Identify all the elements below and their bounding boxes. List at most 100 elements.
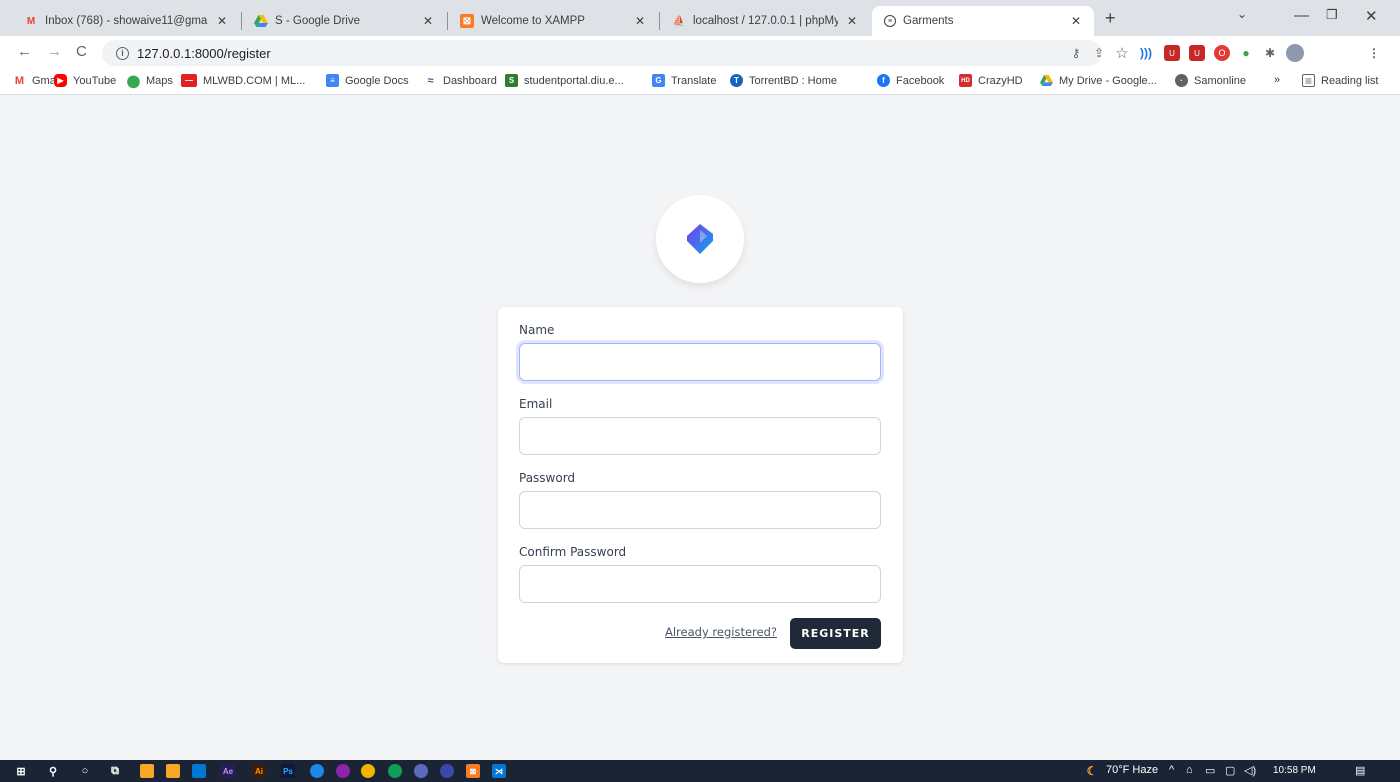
chrome-icon[interactable] (361, 764, 375, 778)
file-explorer-icon[interactable] (140, 764, 154, 778)
crazyhd-icon: HD (959, 74, 972, 87)
bookmark-mlwbd[interactable]: — MLWBD.COM | ML... (181, 74, 305, 87)
extension-globe-icon[interactable]: ● (1238, 45, 1254, 61)
bookmark-samonline[interactable]: · Samonline (1175, 74, 1246, 87)
tab-phpmyadmin[interactable]: ⛵ localhost / 127.0.0.1 | phpMyAdm ✕ (660, 6, 870, 36)
site-info-icon[interactable]: i (116, 46, 129, 60)
close-tab-icon[interactable]: ✕ (420, 14, 436, 28)
photoshop-icon[interactable]: Ps (281, 764, 295, 778)
bookmark-label: studentportal.diu.e... (524, 74, 624, 87)
studentportal-icon: S (505, 74, 518, 87)
mail-app-icon[interactable] (192, 764, 206, 778)
discord-icon[interactable] (440, 764, 454, 778)
after-effects-icon[interactable]: Ae (221, 764, 235, 778)
minimize-icon[interactable]: — (1294, 7, 1309, 24)
extension-read-aloud-icon[interactable]: ))) (1138, 45, 1154, 61)
password-input[interactable] (519, 491, 881, 529)
bookmark-torrentbd[interactable]: T TorrentBD : Home (730, 74, 837, 87)
battery-icon[interactable]: ▭ (1205, 764, 1215, 777)
extension-ublock-icon[interactable]: U (1164, 45, 1180, 61)
tab-garments[interactable]: ≡ Garments ✕ (872, 6, 1094, 36)
gmail-icon: M (26, 15, 36, 27)
name-input[interactable] (519, 343, 881, 381)
display-icon[interactable]: ▢ (1225, 764, 1235, 777)
bookmark-facebook[interactable]: f Facebook (877, 74, 944, 87)
volume-icon[interactable]: ◁) (1244, 764, 1256, 777)
extensions-puzzle-icon[interactable]: ✱ (1262, 45, 1278, 61)
cortana-icon[interactable]: ○ (78, 764, 92, 778)
task-view-icon[interactable]: ⧉ (108, 764, 122, 778)
search-icon[interactable]: ⚲ (46, 764, 60, 778)
bookmark-star-icon[interactable]: ☆ (1114, 45, 1130, 62)
translate-icon: G (652, 74, 665, 87)
email-label: Email (519, 397, 553, 411)
tab-gmail[interactable]: M Inbox (768) - showaive11@gmail ✕ (12, 6, 240, 36)
back-icon[interactable]: ← (17, 43, 32, 60)
reading-list-button[interactable]: ≡ Reading list (1302, 74, 1378, 88)
windows-start-icon[interactable]: ⊞ (14, 764, 28, 778)
confirm-password-input[interactable] (519, 565, 881, 603)
close-tab-icon[interactable]: ✕ (844, 14, 860, 28)
messenger-icon[interactable] (336, 764, 350, 778)
bookmark-crazyhd[interactable]: HD CrazyHD (959, 74, 1023, 87)
youtube-icon: ▶ (54, 74, 67, 87)
maps-pin-icon: ⬤ (126, 73, 141, 88)
bookmarks-overflow-button[interactable]: » (1274, 74, 1280, 86)
restore-icon[interactable]: ❐ (1326, 7, 1338, 23)
app-icon[interactable] (414, 764, 428, 778)
notifications-icon[interactable]: ▤ (1355, 764, 1365, 777)
illustrator-icon[interactable]: Ai (252, 764, 266, 778)
tab-title: Welcome to XAMPP (481, 15, 585, 27)
tab-strip: M Inbox (768) - showaive11@gmail ✕ S - G… (0, 0, 1400, 36)
bookmark-label: Google Docs (345, 74, 409, 87)
register-button[interactable]: REGISTER (790, 618, 881, 649)
bookmark-dashboard[interactable]: ≈ Dashboard (424, 74, 496, 87)
confirm-password-label: Confirm Password (519, 545, 627, 559)
tab-search-chevron-icon[interactable]: ⌄ (1237, 7, 1247, 21)
share-icon[interactable]: ⇪ (1091, 45, 1107, 61)
clock[interactable]: 10:58 PM (1273, 765, 1316, 776)
menu-kebab-icon[interactable]: ⋮ (1366, 45, 1382, 61)
bookmark-google-docs[interactable]: ≡ Google Docs (326, 74, 409, 87)
extension-opera-icon[interactable]: O (1214, 45, 1230, 61)
bookmark-label: MLWBD.COM | ML... (203, 74, 306, 87)
address-bar[interactable]: i (102, 40, 1102, 66)
bookmark-my-drive[interactable]: My Drive - Google... (1040, 74, 1157, 87)
close-window-icon[interactable]: ✕ (1365, 7, 1378, 25)
bookmark-label: YouTube (73, 74, 117, 87)
weather-text[interactable]: 70°F Haze (1106, 764, 1158, 776)
store-icon[interactable] (166, 764, 180, 778)
profile-avatar[interactable] (1286, 44, 1304, 62)
bookmark-translate[interactable]: G Translate (652, 74, 716, 87)
forward-icon[interactable]: → (47, 43, 62, 60)
overflow-label: » (1274, 74, 1281, 86)
bookmark-maps[interactable]: ⬤ Maps (126, 73, 173, 88)
drive-icon (254, 14, 268, 28)
vscode-icon[interactable]: ⋊ (492, 764, 506, 778)
email-input[interactable] (519, 417, 881, 455)
telegram-icon[interactable] (310, 764, 324, 778)
url-input[interactable] (137, 45, 737, 61)
app-logo[interactable] (656, 195, 744, 283)
tab-title: localhost / 127.0.0.1 | phpMyAdm (693, 15, 838, 27)
network-icon[interactable]: ⌂ (1186, 764, 1193, 776)
tab-xampp[interactable]: ⊠ Welcome to XAMPP ✕ (448, 6, 658, 36)
bookmark-label: Maps (146, 74, 173, 87)
already-registered-link[interactable]: Already registered? (665, 625, 777, 639)
close-tab-icon[interactable]: ✕ (214, 14, 230, 28)
password-key-icon[interactable]: ⚷ (1068, 45, 1084, 61)
new-tab-icon[interactable]: + (1105, 8, 1116, 29)
name-label: Name (519, 323, 555, 337)
tab-google-drive[interactable]: S - Google Drive ✕ (242, 6, 446, 36)
tray-overflow-icon[interactable]: ^ (1169, 764, 1174, 776)
reload-icon[interactable]: C (76, 43, 87, 60)
edge-icon[interactable] (388, 764, 402, 778)
close-tab-icon[interactable]: ✕ (1068, 14, 1084, 28)
bookmark-studentportal[interactable]: Sstudentportal.diu.e... (505, 74, 624, 87)
extension-ublock-icon[interactable]: U (1189, 45, 1205, 61)
close-tab-icon[interactable]: ✕ (632, 14, 648, 28)
xampp-icon[interactable]: ⊠ (466, 764, 480, 778)
facebook-icon: f (877, 74, 890, 87)
globe-icon: · (1175, 74, 1188, 87)
bookmark-youtube[interactable]: ▶ YouTube (54, 74, 116, 87)
